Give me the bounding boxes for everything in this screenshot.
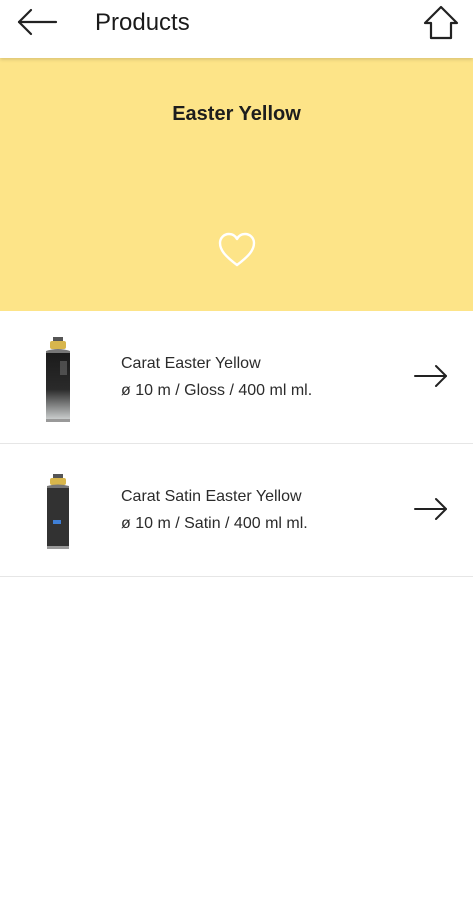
back-button[interactable] xyxy=(14,6,60,40)
home-icon xyxy=(423,5,459,40)
product-row[interactable]: Carat Satin Easter Yellow ø 10 m / Satin… xyxy=(0,444,473,577)
home-button[interactable] xyxy=(420,2,462,44)
spray-can-icon xyxy=(47,474,69,549)
product-spec: ø 10 m / Gloss / 400 ml ml. xyxy=(121,382,313,399)
arrow-left-icon xyxy=(17,8,58,36)
color-banner: Easter Yellow xyxy=(0,58,473,311)
color-name: Easter Yellow xyxy=(172,103,301,125)
product-spec: ø 10 m / Satin / 400 ml ml. xyxy=(121,515,308,532)
product-row[interactable]: Carat Easter Yellow ø 10 m / Gloss / 400… xyxy=(0,311,473,444)
page-title: Products xyxy=(95,9,190,36)
favorite-button[interactable] xyxy=(217,231,257,269)
arrow-right-icon[interactable] xyxy=(412,496,450,522)
spray-can-icon xyxy=(46,337,70,422)
heart-outline-icon xyxy=(218,232,256,267)
product-name: Carat Satin Easter Yellow xyxy=(121,488,302,505)
product-name: Carat Easter Yellow xyxy=(121,355,261,372)
top-app-bar: Products xyxy=(0,0,473,58)
product-list: Carat Easter Yellow ø 10 m / Gloss / 400… xyxy=(0,311,473,577)
arrow-right-icon[interactable] xyxy=(412,363,450,389)
